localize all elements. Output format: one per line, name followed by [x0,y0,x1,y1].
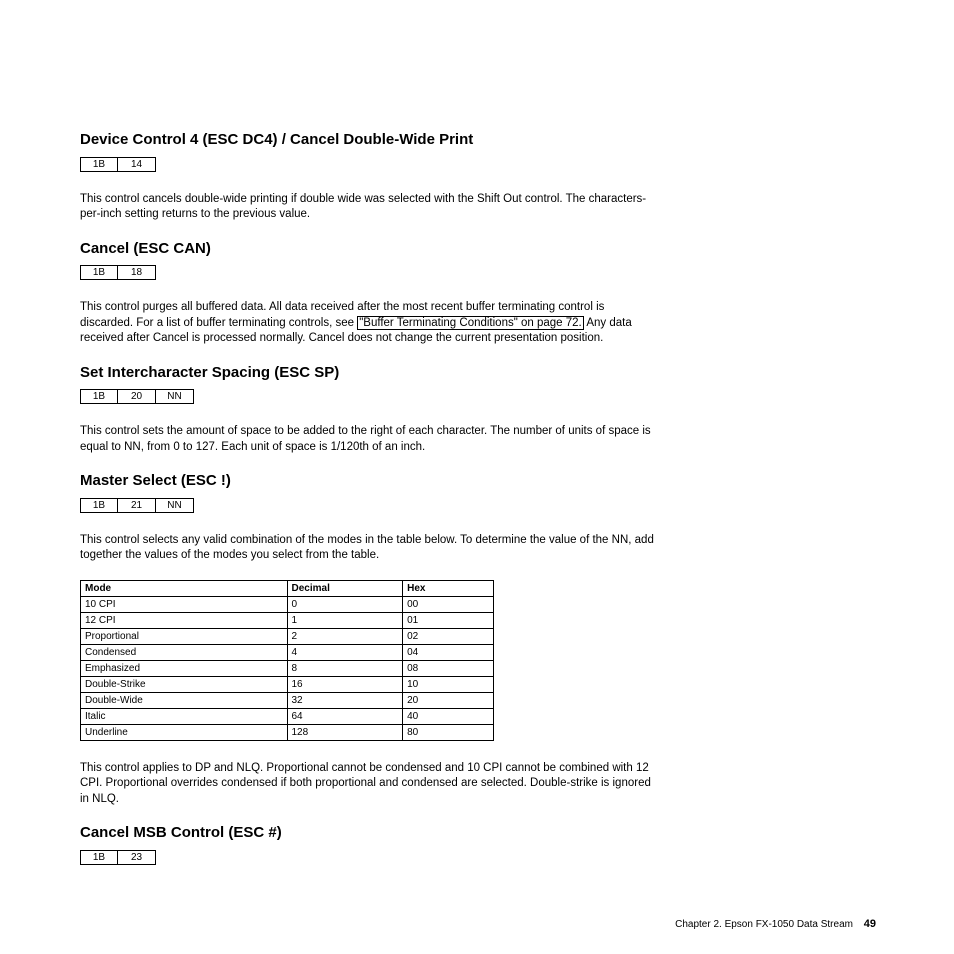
table-row: Condensed404 [81,644,494,660]
table-row: Underline12880 [81,724,494,740]
cell-mode: Proportional [81,628,288,644]
modes-table: Mode Decimal Hex 10 CPI000 12 CPI101 Pro… [80,580,494,741]
table-row: Italic6440 [81,708,494,724]
paragraph: This control sets the amount of space to… [80,424,660,455]
cell-hex: 00 [403,596,494,612]
section-can: Cancel (ESC CAN) 1B 18 This control purg… [80,239,874,347]
code-cell: 1B [80,389,118,404]
table-header-row: Mode Decimal Hex [81,580,494,596]
cell-mode: Emphasized [81,660,288,676]
cell-decimal: 8 [287,660,403,676]
paragraph: This control purges all buffered data. A… [80,300,660,347]
section-sp: Set Intercharacter Spacing (ESC SP) 1B 2… [80,363,874,456]
cell-hex: 04 [403,644,494,660]
cross-reference-link[interactable]: "Buffer Terminating Conditions" on page … [357,316,584,330]
cell-hex: 80 [403,724,494,740]
section-dc4: Device Control 4 (ESC DC4) / Cancel Doub… [80,130,874,223]
cell-mode: 10 CPI [81,596,288,612]
cell-mode: Underline [81,724,288,740]
section-master-select: Master Select (ESC !) 1B 21 NN This cont… [80,471,874,807]
footer-page-number: 49 [864,918,876,930]
heading-can: Cancel (ESC CAN) [80,239,874,259]
code-cell: 23 [118,850,156,865]
cell-hex: 08 [403,660,494,676]
cell-decimal: 4 [287,644,403,660]
cell-decimal: 1 [287,612,403,628]
cell-decimal: 16 [287,676,403,692]
section-msb: Cancel MSB Control (ESC #) 1B 23 [80,823,874,885]
cell-hex: 02 [403,628,494,644]
paragraph: This control cancels double-wide printin… [80,192,660,223]
code-cell: 14 [118,157,156,172]
code-cell: 1B [80,850,118,865]
cell-decimal: 2 [287,628,403,644]
code-row-sp: 1B 20 NN [80,389,194,404]
cell-hex: 40 [403,708,494,724]
cell-mode: 12 CPI [81,612,288,628]
code-row-msb: 1B 23 [80,850,156,865]
heading-sp: Set Intercharacter Spacing (ESC SP) [80,363,874,383]
page-container: Device Control 4 (ESC DC4) / Cancel Doub… [0,0,954,954]
col-hex: Hex [403,580,494,596]
cell-hex: 20 [403,692,494,708]
code-cell: 1B [80,157,118,172]
cell-decimal: 128 [287,724,403,740]
table-row: 10 CPI000 [81,596,494,612]
cell-hex: 01 [403,612,494,628]
code-cell: 1B [80,498,118,513]
heading-dc4: Device Control 4 (ESC DC4) / Cancel Doub… [80,130,874,150]
code-cell: 18 [118,265,156,280]
heading-msb: Cancel MSB Control (ESC #) [80,823,874,843]
code-row-can: 1B 18 [80,265,156,280]
table-row: 12 CPI101 [81,612,494,628]
page-footer: Chapter 2. Epson FX-1050 Data Stream 49 [675,918,876,930]
col-decimal: Decimal [287,580,403,596]
code-cell: NN [156,389,194,404]
code-cell: 20 [118,389,156,404]
cell-mode: Condensed [81,644,288,660]
code-row-ms: 1B 21 NN [80,498,194,513]
cell-hex: 10 [403,676,494,692]
cell-mode: Italic [81,708,288,724]
heading-master-select: Master Select (ESC !) [80,471,874,491]
cell-mode: Double-Wide [81,692,288,708]
cell-decimal: 64 [287,708,403,724]
cell-decimal: 32 [287,692,403,708]
footer-chapter: Chapter 2. Epson FX-1050 Data Stream [675,919,853,930]
table-row: Emphasized808 [81,660,494,676]
paragraph: This control applies to DP and NLQ. Prop… [80,761,660,808]
table-row: Double-Wide3220 [81,692,494,708]
code-row-dc4: 1B 14 [80,157,156,172]
code-cell: 21 [118,498,156,513]
paragraph: This control selects any valid combinati… [80,533,660,564]
table-row: Double-Strike1610 [81,676,494,692]
code-cell: NN [156,498,194,513]
cell-decimal: 0 [287,596,403,612]
table-row: Proportional202 [81,628,494,644]
cell-mode: Double-Strike [81,676,288,692]
code-cell: 1B [80,265,118,280]
col-mode: Mode [81,580,288,596]
